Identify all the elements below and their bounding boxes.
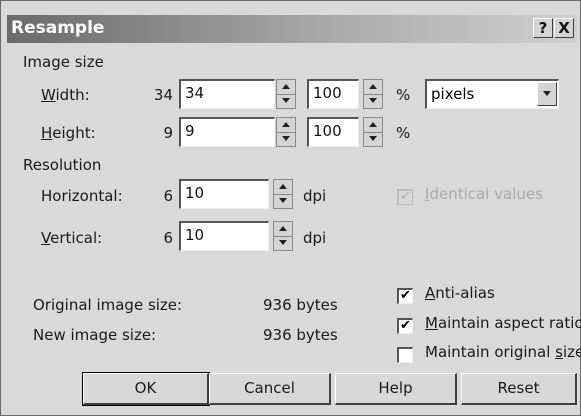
- identical-values-label-rest: dentical values: [429, 185, 543, 203]
- down-arrow-icon: [369, 98, 377, 103]
- original-size-checkbox-label: Maintain original size: [425, 343, 581, 361]
- original-size-checkbox[interactable]: [397, 347, 413, 363]
- vertical-original-value: 6: [163, 229, 173, 247]
- height-label-rest: eight:: [52, 124, 96, 142]
- width-input[interactable]: 34: [179, 79, 275, 109]
- identical-values-label: Identical values: [425, 185, 543, 203]
- cancel-button[interactable]: Cancel: [209, 373, 331, 405]
- aspect-ratio-label-rest: aintain aspect ratio: [437, 314, 581, 332]
- vertical-unit-label: dpi: [303, 229, 327, 247]
- height-label: Height:: [41, 124, 96, 142]
- up-arrow-icon: [369, 84, 377, 89]
- image-size-group-label: Image size: [23, 53, 104, 71]
- up-arrow-icon: [279, 226, 287, 231]
- height-percent-input[interactable]: 100: [307, 117, 359, 147]
- down-arrow-icon: [369, 136, 377, 141]
- anti-alias-label-rest: nti-alias: [435, 284, 495, 302]
- down-arrow-icon: [279, 240, 287, 245]
- anti-alias-label: Anti-alias: [425, 284, 495, 302]
- unit-select-value: pixels: [431, 85, 475, 103]
- horizontal-unit-label: dpi: [303, 187, 327, 205]
- vertical-dpi-input[interactable]: 10: [179, 221, 269, 251]
- new-size-value: 936 bytes: [263, 326, 338, 344]
- unit-dropdown-button[interactable]: [537, 82, 557, 106]
- anti-alias-checkbox[interactable]: ✔: [397, 288, 413, 304]
- height-spin-up[interactable]: [277, 118, 295, 133]
- width-percent-input[interactable]: 100: [307, 79, 359, 109]
- width-label-rest: idth:: [55, 86, 90, 104]
- up-arrow-icon: [282, 122, 290, 127]
- help-button[interactable]: Help: [335, 373, 457, 405]
- resample-dialog: Resample ? X Image size Width: 34 34 100…: [0, 0, 581, 416]
- original-size-value: 936 bytes: [263, 296, 338, 314]
- identical-values-checkbox[interactable]: ✔: [397, 189, 413, 205]
- height-spinner[interactable]: [276, 117, 296, 147]
- vertical-spin-up[interactable]: [274, 222, 292, 237]
- width-spin-down[interactable]: [277, 94, 295, 108]
- unit-select[interactable]: pixels: [425, 79, 559, 109]
- width-spinner[interactable]: [276, 79, 296, 109]
- vertical-spinner[interactable]: [273, 221, 293, 251]
- down-arrow-icon: [282, 136, 290, 141]
- up-arrow-icon: [369, 122, 377, 127]
- resolution-group-label: Resolution: [23, 156, 102, 174]
- height-original-value: 9: [163, 124, 173, 142]
- aspect-ratio-label: Maintain aspect ratio: [425, 314, 581, 332]
- up-arrow-icon: [282, 84, 290, 89]
- height-percent-spinner[interactable]: [363, 117, 383, 147]
- reset-button[interactable]: Reset: [461, 373, 577, 405]
- height-input[interactable]: 9: [179, 117, 275, 147]
- width-percent-spin-down[interactable]: [364, 94, 382, 108]
- ok-button[interactable]: OK: [82, 372, 210, 406]
- width-percent-symbol: %: [396, 86, 411, 104]
- height-percent-spin-up[interactable]: [364, 118, 382, 133]
- horizontal-dpi-input[interactable]: 10: [179, 179, 269, 209]
- horizontal-spin-down[interactable]: [274, 194, 292, 208]
- down-arrow-icon: [279, 198, 287, 203]
- down-arrow-icon: [282, 98, 290, 103]
- horizontal-spinner[interactable]: [273, 179, 293, 209]
- title-bar[interactable]: Resample ? X: [7, 15, 577, 43]
- chevron-down-icon: [543, 91, 551, 96]
- height-spin-down[interactable]: [277, 132, 295, 146]
- window-title: Resample: [11, 18, 105, 38]
- original-size-label: Original image size:: [33, 296, 183, 314]
- up-arrow-icon: [279, 184, 287, 189]
- new-size-label: New image size:: [33, 326, 157, 344]
- close-caption-button[interactable]: X: [554, 18, 574, 38]
- width-original-value: 34: [153, 86, 173, 104]
- aspect-ratio-checkbox[interactable]: ✔: [397, 318, 413, 334]
- width-percent-spin-up[interactable]: [364, 80, 382, 95]
- vertical-spin-down[interactable]: [274, 236, 292, 250]
- vertical-label-rest: ertical:: [50, 229, 103, 247]
- vertical-label: Vertical:: [41, 229, 103, 247]
- height-percent-spin-down[interactable]: [364, 132, 382, 146]
- original-size-label-rest: ize: [563, 343, 581, 361]
- width-spin-up[interactable]: [277, 80, 295, 95]
- height-percent-symbol: %: [396, 124, 411, 142]
- width-label: Width:: [41, 86, 90, 104]
- help-caption-button[interactable]: ?: [533, 18, 553, 38]
- width-percent-spinner[interactable]: [363, 79, 383, 109]
- horizontal-label: Horizontal:: [41, 187, 123, 205]
- horizontal-spin-up[interactable]: [274, 180, 292, 195]
- horizontal-original-value: 6: [163, 187, 173, 205]
